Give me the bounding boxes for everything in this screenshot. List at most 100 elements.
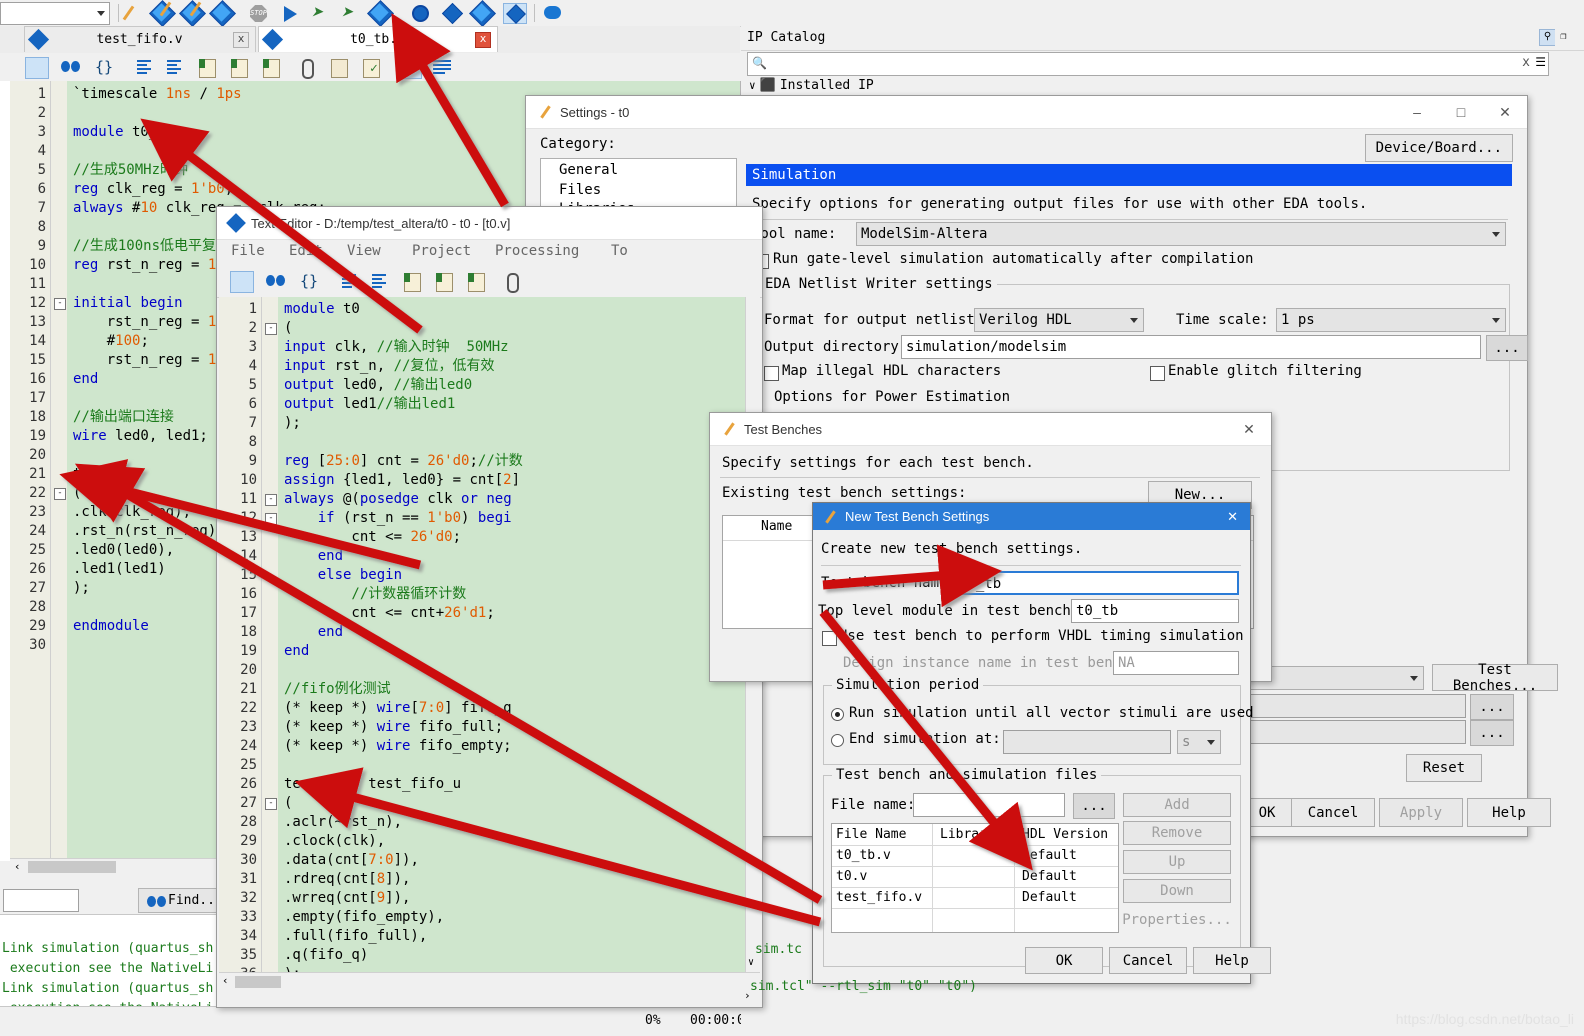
- code-line[interactable]: .rdreq(cnt[8]),: [284, 870, 410, 889]
- close-button[interactable]: ✕: [1227, 509, 1238, 525]
- code-line[interactable]: .clock(clk),: [284, 832, 385, 851]
- menu-view[interactable]: View: [347, 243, 381, 259]
- test-benches-button[interactable]: Test Benches...: [1432, 662, 1558, 694]
- text-editor-code[interactable]: 1 2 3 4 5 6 7 8 9 10 11 12 13 14 15 16 17 18 19 20 21 22 23 24 2…: [219, 297, 760, 1001]
- eda-field-2[interactable]: [1226, 720, 1466, 744]
- code-line[interactable]: .empty(fifo_empty),: [284, 908, 444, 927]
- code-line[interactable]: .full(fifo_full),: [284, 927, 427, 946]
- find-input[interactable]: [3, 889, 79, 912]
- code-line[interactable]: end: [284, 547, 343, 566]
- eda-browse-1[interactable]: ...: [1470, 694, 1514, 720]
- menu-file[interactable]: File: [231, 243, 265, 259]
- tool-name-dropdown[interactable]: ModelSim-Altera: [856, 222, 1506, 246]
- code-line[interactable]: `timescale 1ns / 1ps: [73, 85, 242, 104]
- code-line[interactable]: (* keep *) wire fifo_empty;: [284, 737, 512, 756]
- code-line[interactable]: .q(fifo_q): [284, 946, 368, 965]
- code-line[interactable]: input rst_n, //复位，低有效: [284, 357, 494, 376]
- tab-close-icon[interactable]: x: [233, 31, 249, 48]
- add-button[interactable]: Add: [1123, 793, 1231, 817]
- compile-icon[interactable]: [149, 0, 176, 27]
- scroll-thumb[interactable]: [235, 976, 281, 988]
- code-line[interactable]: (: [284, 794, 292, 813]
- code-line[interactable]: cnt <= cnt+26'd1;: [284, 604, 494, 623]
- bookmark-next-icon[interactable]: [226, 55, 252, 79]
- new-test-bench-dialog[interactable]: New Test Bench Settings ✕ Create new tes…: [812, 502, 1271, 984]
- hierarchy-icon[interactable]: [440, 2, 466, 25]
- close-button[interactable]: ✕: [1483, 96, 1527, 128]
- code-line[interactable]: //生成50MHz时钟: [73, 161, 188, 180]
- remove-button[interactable]: Remove: [1123, 821, 1231, 845]
- code-line[interactable]: if (rst_n == 1'b0) begi: [284, 509, 512, 528]
- stop-icon[interactable]: STOP: [246, 2, 272, 24]
- attach-icon[interactable]: [294, 55, 320, 79]
- bookmark-icon[interactable]: [399, 269, 425, 293]
- bookmark-icon[interactable]: [194, 55, 220, 79]
- assignment-comment-icon[interactable]: [540, 2, 566, 24]
- tb-name-input[interactable]: t0_tb: [953, 571, 1239, 595]
- properties-button[interactable]: Properties...: [1118, 908, 1236, 932]
- code-line[interactable]: .led1(led1): [73, 560, 166, 579]
- menu-edit[interactable]: Edit: [289, 243, 323, 259]
- bookmark-next-icon[interactable]: [431, 269, 457, 293]
- code-line[interactable]: //fifo例化测试: [284, 680, 391, 699]
- code-line[interactable]: reg [25:0] cnt = 26'd0;//计数: [284, 452, 523, 471]
- text-editor-titlebar[interactable]: Text Editor - D:/temp/test_altera/t0 - t…: [217, 207, 762, 240]
- fold-toggle[interactable]: -: [265, 494, 277, 506]
- code-line[interactable]: .led0(led0),: [73, 541, 174, 560]
- align-icon[interactable]: [428, 55, 454, 79]
- tab-test_fifo-v[interactable]: test_fifo.v x: [24, 26, 256, 52]
- top-module-input[interactable]: t0_tb: [1071, 599, 1239, 623]
- pin-icon[interactable]: ⚲: [1539, 29, 1556, 46]
- file-name-input[interactable]: [913, 793, 1065, 817]
- open-icon[interactable]: [24, 55, 50, 79]
- attach-icon[interactable]: [499, 269, 525, 293]
- code-line[interactable]: //输出端口连接: [73, 408, 174, 427]
- code-line[interactable]: test_fifo test_fifo_u: [284, 775, 461, 794]
- code-line[interactable]: //生成100ns低电平复位: [73, 237, 230, 256]
- ip-catalog-tree[interactable]: ∨ ⬛ Installed IP: [749, 78, 874, 93]
- code-line[interactable]: .wrreq(cnt[9]),: [284, 889, 410, 908]
- check-green-icon[interactable]: ➤: [308, 2, 334, 24]
- vhdl-timing-checkbox[interactable]: [822, 631, 837, 646]
- code-line[interactable]: t0 t0_u: [73, 465, 132, 484]
- code-line[interactable]: (* keep *) wire[7:0] fifo_q: [284, 699, 512, 718]
- scroll-down-arrow[interactable]: ∨: [748, 957, 754, 968]
- menu-project[interactable]: Project: [412, 243, 471, 259]
- code-line[interactable]: end: [284, 623, 343, 642]
- code-line[interactable]: always @(posedge clk or neg: [284, 490, 512, 509]
- end-at-unit-dropdown[interactable]: s: [1177, 730, 1221, 754]
- maximize-button[interactable]: □: [1439, 96, 1483, 128]
- fold-toggle[interactable]: -: [265, 323, 277, 335]
- line-numbers-icon[interactable]: 268: [398, 55, 424, 79]
- indent-decrease-icon[interactable]: [158, 55, 184, 79]
- map-illegal-checkbox[interactable]: [764, 366, 779, 381]
- help-button[interactable]: Help: [1467, 798, 1551, 827]
- close-button[interactable]: ✕: [1227, 413, 1271, 445]
- code-line[interactable]: cnt <= 26'd0;: [284, 528, 461, 547]
- device-board-button[interactable]: Device/Board...: [1364, 134, 1513, 162]
- code-line[interactable]: .rst_n(rst_n_reg),: [73, 522, 225, 541]
- fold-toggle[interactable]: -: [265, 513, 277, 525]
- menu-processing[interactable]: Processing: [495, 243, 579, 259]
- braces-icon[interactable]: {}: [90, 55, 116, 79]
- down-button[interactable]: Down: [1123, 879, 1231, 903]
- code-line[interactable]: endmodule: [73, 617, 149, 636]
- download-icon[interactable]: [367, 0, 394, 27]
- design-instance-input[interactable]: NA: [1113, 651, 1239, 675]
- code-line[interactable]: (: [73, 484, 81, 503]
- braces-icon[interactable]: {}: [295, 269, 321, 293]
- code-line[interactable]: wire led0, led1;: [73, 427, 208, 446]
- scroll-left-arrow[interactable]: ‹: [14, 860, 21, 873]
- bookmark-prev-icon[interactable]: [258, 55, 284, 79]
- end-at-input[interactable]: [1003, 730, 1171, 754]
- tab-close-icon[interactable]: x: [475, 31, 491, 48]
- run-until-radio[interactable]: [831, 708, 844, 721]
- start-compilation-icon[interactable]: [278, 2, 304, 24]
- ip-catalog-search-input[interactable]: 🔍 x ☰: [747, 52, 1549, 76]
- check-syntax-icon[interactable]: ✓: [358, 55, 384, 79]
- code-line[interactable]: reg clk_reg = 1'b0;: [73, 180, 233, 199]
- eda-browse-2[interactable]: ...: [1470, 720, 1514, 746]
- code-line[interactable]: .aclr(~rst_n),: [284, 813, 402, 832]
- time-scale-dropdown[interactable]: 1 ps: [1276, 308, 1506, 332]
- tab-t0_tb-v[interactable]: t0_tb.v x: [258, 26, 498, 52]
